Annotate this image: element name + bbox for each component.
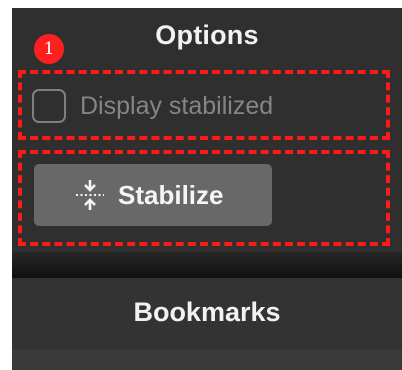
options-title: Options [155, 20, 259, 50]
display-stabilized-label: Display stabilized [80, 91, 274, 120]
display-stabilized-checkbox[interactable] [32, 89, 66, 123]
bookmarks-title: Bookmarks [133, 297, 281, 327]
options-panel: Options 1 Display stabilized Stabilize B… [12, 8, 402, 370]
stabilize-label: Stabilize [118, 179, 224, 210]
stabilize-icon [74, 179, 106, 211]
bookmarks-section-header[interactable]: Bookmarks [12, 278, 402, 350]
stabilize-button[interactable]: Stabilize [34, 164, 272, 226]
bookmarks-panel-body [12, 350, 402, 370]
display-stabilized-option[interactable]: Display stabilized [32, 88, 273, 124]
annotation-marker: 1 [34, 34, 64, 64]
section-divider [12, 252, 402, 278]
